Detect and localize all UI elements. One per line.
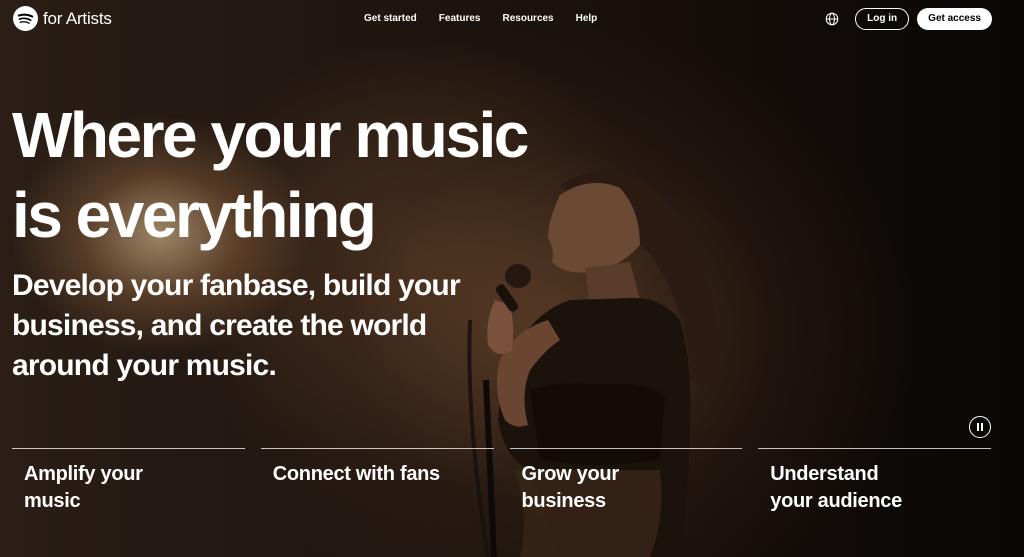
tab-label: Understand your audience — [770, 463, 902, 512]
globe-icon[interactable] — [825, 12, 839, 26]
tab-understand-your-audience[interactable]: Understand your audience — [758, 448, 991, 515]
site-header: for Artists Get started Features Resourc… — [0, 0, 1024, 38]
pause-icon — [977, 423, 979, 431]
nav-item-features[interactable]: Features — [439, 13, 481, 24]
nav-item-resources[interactable]: Resources — [502, 13, 553, 24]
header-actions: Log in Get access — [825, 8, 992, 30]
feature-tabs: Amplify your music Connect with fans Gro… — [12, 448, 991, 515]
tab-grow-your-business[interactable]: Grow your business — [509, 448, 743, 515]
pause-video-button[interactable] — [969, 416, 991, 438]
login-button[interactable]: Log in — [855, 8, 910, 30]
get-access-button[interactable]: Get access — [917, 8, 992, 30]
hero-headline-line2: is everything — [12, 179, 377, 251]
hero-headline-line1: Where your music — [12, 99, 529, 171]
tab-connect-with-fans[interactable]: Connect with fans — [260, 448, 494, 515]
tab-amplify-your-music[interactable]: Amplify your music — [12, 448, 245, 515]
hero-headline: Where your music is everything — [12, 95, 529, 255]
spotify-logo-icon — [13, 6, 38, 31]
tab-label: Connect with fans — [272, 463, 440, 485]
pause-icon-bar — [981, 423, 983, 431]
brand-name: for Artists — [43, 8, 112, 28]
nav-item-help[interactable]: Help — [576, 13, 598, 24]
hero-subhead: Develop your fanbase, build your busines… — [12, 269, 461, 382]
main-nav: Get started Features Resources Help — [364, 13, 597, 24]
brand-logo[interactable]: for Artists — [13, 6, 112, 31]
tab-label: Grow your business — [521, 463, 620, 512]
nav-item-get-started[interactable]: Get started — [364, 13, 417, 24]
tab-label: Amplify your music — [24, 463, 143, 512]
